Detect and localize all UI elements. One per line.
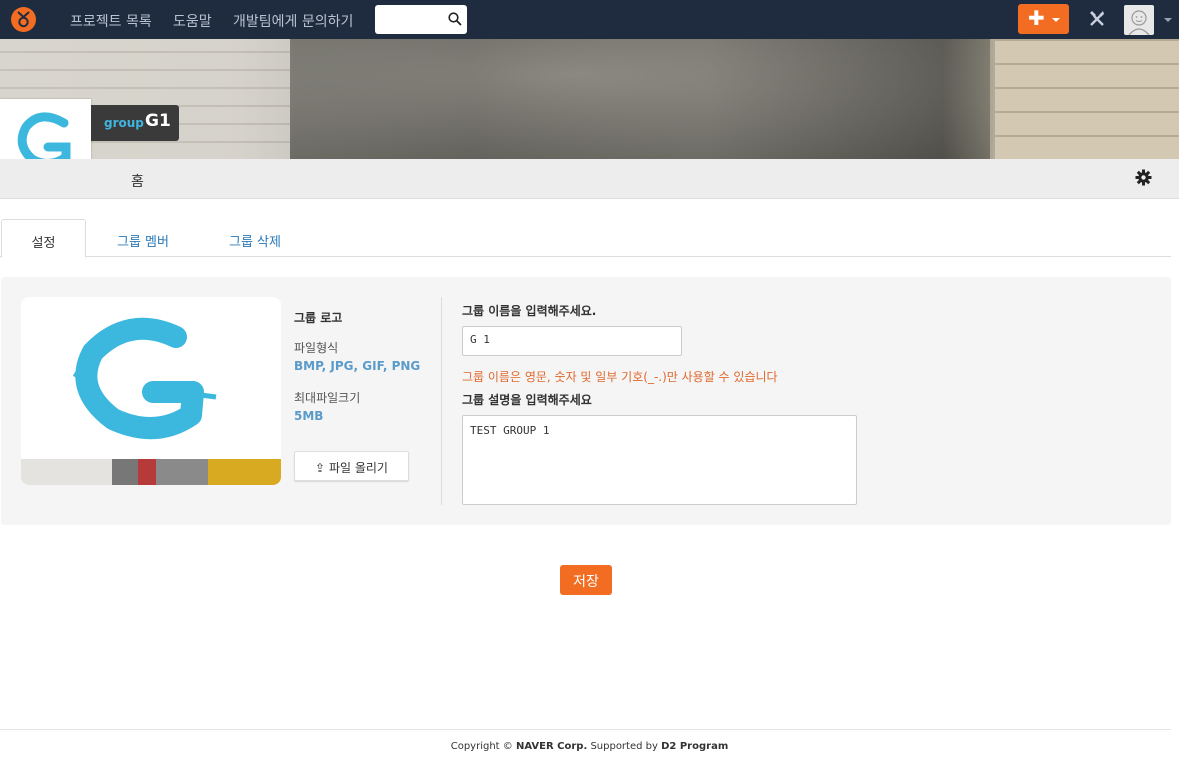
tools-icon[interactable] [1088, 9, 1106, 27]
settings-panel: 그룹 로고 파일형식 BMP, JPG, GIF, PNG 최대파일크기 5MB… [1, 277, 1171, 525]
footer-program[interactable]: D2 Program [661, 741, 728, 752]
banner-wall-texture [290, 39, 990, 159]
group-type-label: group [104, 116, 144, 130]
group-name-tag: group G1 [91, 105, 179, 141]
user-avatar[interactable] [1124, 5, 1154, 35]
tab-settings[interactable]: 설정 [1, 219, 86, 258]
chevron-down-icon [1052, 18, 1060, 22]
upload-icon: ⇪ [315, 461, 326, 475]
group-banner [0, 39, 1179, 159]
file-format-value: BMP, JPG, GIF, PNG [294, 359, 421, 373]
banner-right-texture [995, 39, 1179, 159]
group-description-textarea[interactable]: TEST GROUP 1 [462, 415, 857, 505]
file-format-label: 파일형식 [294, 341, 339, 355]
subnav-home-link[interactable]: 홈 [131, 171, 144, 191]
tab-group-members[interactable]: 그룹 멤버 [105, 219, 181, 257]
group-logo-preview [21, 297, 281, 485]
app-logo-icon[interactable] [11, 7, 36, 32]
search-box [375, 5, 467, 34]
nav-project-list[interactable]: 프로젝트 목록 [70, 11, 152, 31]
save-button[interactable]: 저장 [560, 565, 612, 595]
group-name-label: 그룹 이름을 입력해주세요. [462, 304, 597, 318]
footer-supported: Supported by [590, 741, 658, 752]
upload-file-button[interactable]: ⇪ 파일 올리기 [294, 451, 409, 481]
gear-icon[interactable] [1135, 169, 1152, 186]
user-menu-chevron-icon[interactable] [1164, 18, 1172, 22]
footer-copyright: Copyright © [450, 741, 513, 752]
search-icon[interactable] [448, 12, 462, 26]
group-name-hint: 그룹 이름은 영문, 숫자 및 일부 기호(_-.)만 사용할 수 있습니다 [462, 370, 778, 384]
footer-divider [0, 729, 1171, 730]
logo-section-title: 그룹 로고 [294, 311, 343, 325]
group-subnav: 홈 [0, 159, 1179, 199]
nav-help[interactable]: 도움말 [173, 11, 212, 31]
group-name-input[interactable]: G 1 [462, 326, 682, 356]
vertical-divider [441, 297, 442, 505]
search-input[interactable] [379, 9, 445, 29]
create-new-button[interactable]: ✚ [1018, 4, 1069, 34]
top-navbar: 프로젝트 목록 도움말 개발팀에게 문의하기 ✚ [0, 0, 1179, 39]
max-size-label: 최대파일크기 [294, 391, 361, 405]
settings-tabs: 설정 그룹 멤버 그룹 삭제 [0, 219, 1171, 258]
max-size-value: 5MB [294, 409, 324, 423]
tab-delete-group[interactable]: 그룹 삭제 [217, 219, 293, 257]
plus-icon: ✚ [1028, 6, 1045, 30]
upload-button-label: 파일 올리기 [328, 461, 388, 475]
group-desc-label: 그룹 설명을 입력해주세요 [462, 393, 592, 407]
nav-contact-dev-team[interactable]: 개발팀에게 문의하기 [233, 11, 353, 31]
footer-company[interactable]: NAVER Corp. [516, 741, 587, 752]
footer: Copyright © NAVER Corp. Supported by D2 … [0, 741, 1179, 752]
group-name-title[interactable]: G1 [145, 111, 171, 131]
logo-photo-strip [21, 459, 281, 485]
